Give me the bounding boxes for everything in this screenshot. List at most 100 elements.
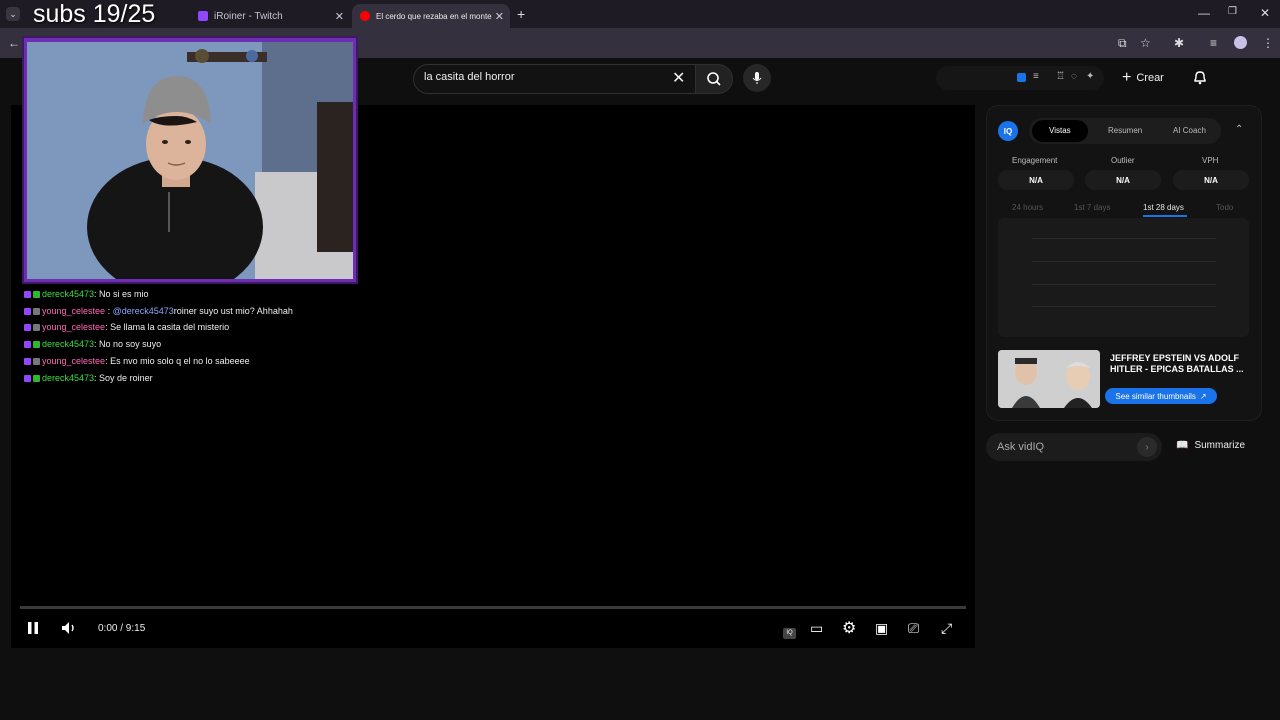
chat-message: dereck45473 : No no soy suyo [24, 339, 161, 349]
chat-message: dereck45473 : No si es mio [24, 289, 149, 299]
tab-close-icon[interactable]: ✕ [335, 10, 344, 23]
twitch-badge-icon [24, 323, 31, 331]
volume-button[interactable] [60, 620, 78, 641]
plus-icon: + [1122, 69, 1132, 86]
subs-goal-counter: subs 19/25 [33, 0, 156, 28]
chat-text: : Se llama la casita del misterio [105, 322, 230, 332]
metric-label-engagement: Engagement [1012, 156, 1058, 165]
ask-send-chevron-icon[interactable]: › [1137, 437, 1157, 457]
time-display: 0:00 / 9:15 [98, 623, 146, 634]
youtube-favicon-icon [360, 11, 370, 21]
subtitles-icon[interactable]: ▭ [810, 620, 823, 637]
tab-ai-coach[interactable]: AI Coach [1173, 126, 1206, 135]
twitch-badge-icon [24, 290, 31, 298]
range-1st-7-days[interactable]: 1st 7 days [1074, 203, 1110, 212]
tab-close-icon[interactable]: ✕ [495, 10, 504, 23]
mod-badge-icon [33, 290, 40, 298]
twitch-badge-icon [24, 307, 31, 315]
webcam-feed [27, 42, 353, 279]
range-24-hours[interactable]: 24 hours [1012, 203, 1043, 212]
graph-gridline [1032, 306, 1216, 307]
see-similar-thumbnails-button[interactable]: See similar thumbnails ↗ [1105, 388, 1217, 404]
range-todo[interactable]: Todo [1216, 203, 1233, 212]
notifications-bell-icon[interactable] [1192, 69, 1208, 90]
sparkle-icon[interactable]: ✦ [1086, 71, 1094, 82]
chat-bubble-icon[interactable]: ◌ [1071, 71, 1077, 82]
metric-label-outlier: Outlier [1111, 156, 1135, 165]
back-icon[interactable]: ← [8, 36, 20, 50]
chat-mention: @dereck45473 [112, 306, 174, 316]
tab-twitch[interactable]: iRoiner - Twitch ✕ [190, 4, 350, 28]
restore-icon[interactable]: ❐ [1228, 6, 1237, 17]
theater-mode-icon[interactable]: ▣ [875, 620, 888, 637]
range-1st-28-days[interactable]: 1st 28 days [1143, 203, 1184, 212]
tab-vistas[interactable]: Vistas [1049, 126, 1071, 135]
list-icon[interactable]: ≡ [1033, 71, 1039, 82]
trophy-icon[interactable]: ♖ [1056, 71, 1065, 82]
search-button[interactable] [695, 64, 733, 94]
microphone-icon [752, 72, 762, 84]
minimize-icon[interactable]: — [1198, 6, 1210, 20]
range-active-underline [1143, 215, 1187, 217]
menu-kebab-icon[interactable]: ⋮ [1262, 36, 1274, 50]
settings-gear-icon[interactable]: ⚙ [842, 618, 856, 638]
chat-username: dereck45473 [42, 289, 95, 299]
install-icon[interactable]: ⧉ [1118, 36, 1127, 51]
tab-search-chevron-icon[interactable]: ⌄ [6, 7, 20, 21]
cast-icon[interactable]: ⎚ [908, 620, 919, 637]
search-query-text: la casita del horror [424, 71, 515, 83]
chat-message: dereck45473 : Soy de roiner [24, 373, 153, 383]
window-close-icon[interactable]: ✕ [1260, 6, 1270, 20]
fullscreen-icon[interactable]: ⤢ [941, 620, 952, 637]
book-icon: 📖 [1176, 440, 1189, 451]
chat-username: young_celestee [42, 356, 106, 366]
mod-badge-icon [33, 340, 40, 348]
viewer-badge-icon [33, 357, 40, 365]
ask-vidiq-placeholder: Ask vidIQ [997, 441, 1045, 453]
chat-username: young_celestee [42, 322, 106, 332]
mod-badge-icon [33, 374, 40, 382]
chat-text: : Soy de roiner [94, 373, 153, 383]
chat-username: dereck45473 [42, 339, 95, 349]
video-thumbnail[interactable] [998, 350, 1100, 408]
create-button[interactable]: + Crear [1122, 66, 1178, 90]
twitch-badge-icon [24, 374, 31, 382]
profile-avatar[interactable] [1234, 36, 1247, 49]
tab-resumen[interactable]: Resumen [1108, 126, 1142, 135]
streamer-webcam-image [27, 42, 353, 279]
progress-bar[interactable] [20, 606, 966, 609]
page-scrollbar[interactable] [1272, 58, 1280, 720]
tab-youtube-video[interactable]: El cerdo que rezaba en el monte ✕ [352, 4, 510, 28]
thumbnail-image [998, 350, 1100, 408]
pause-button[interactable] [26, 620, 40, 641]
collapse-chevron-icon[interactable]: ⌃ [1235, 124, 1243, 135]
graph-gridline [1032, 238, 1216, 239]
clear-search-icon[interactable]: ✕ [672, 68, 685, 88]
summarize-label: Summarize [1194, 440, 1246, 451]
new-tab-button[interactable]: + [517, 6, 525, 22]
chat-message: young_celestee : Se llama la casita del … [24, 322, 229, 332]
tab-label: iRoiner - Twitch [214, 10, 283, 22]
similar-label: See similar thumbnails [1115, 391, 1196, 401]
vidiq-player-icon[interactable]: IQ [783, 628, 796, 639]
viewer-badge-icon [33, 307, 40, 315]
voice-search-button[interactable] [743, 64, 771, 92]
metric-value-outlier: N/A [1085, 170, 1161, 190]
bookmark-star-icon[interactable]: ☆ [1140, 36, 1151, 50]
views-graph [998, 218, 1249, 337]
chat-message: young_celestee : Es nvo mio solo q el no… [24, 356, 250, 366]
chat-text: roiner suyo ust mio? Ahhahah [173, 306, 293, 316]
metric-value-engagement: N/A [998, 170, 1074, 190]
twitch-favicon-icon [198, 11, 208, 21]
chat-text: : Es nvo mio solo q el no lo sabeeee [105, 356, 250, 366]
thumbnail-video-title[interactable]: JEFFREY EPSTEIN VS ADOLF HITLER - EPICAS… [1110, 353, 1250, 375]
chat-username: dereck45473 [42, 373, 95, 383]
extensions-icon[interactable]: ✱ [1174, 36, 1184, 50]
metric-label-vph: VPH [1202, 156, 1219, 165]
search-icon [707, 72, 721, 86]
media-icon[interactable]: ≡ [1210, 36, 1217, 50]
vidiq-extension-icon[interactable] [1017, 73, 1026, 82]
summarize-button[interactable]: 📖 Summarize [1176, 440, 1245, 451]
create-label: Crear [1136, 72, 1164, 84]
chat-username: young_celestee [42, 306, 106, 316]
